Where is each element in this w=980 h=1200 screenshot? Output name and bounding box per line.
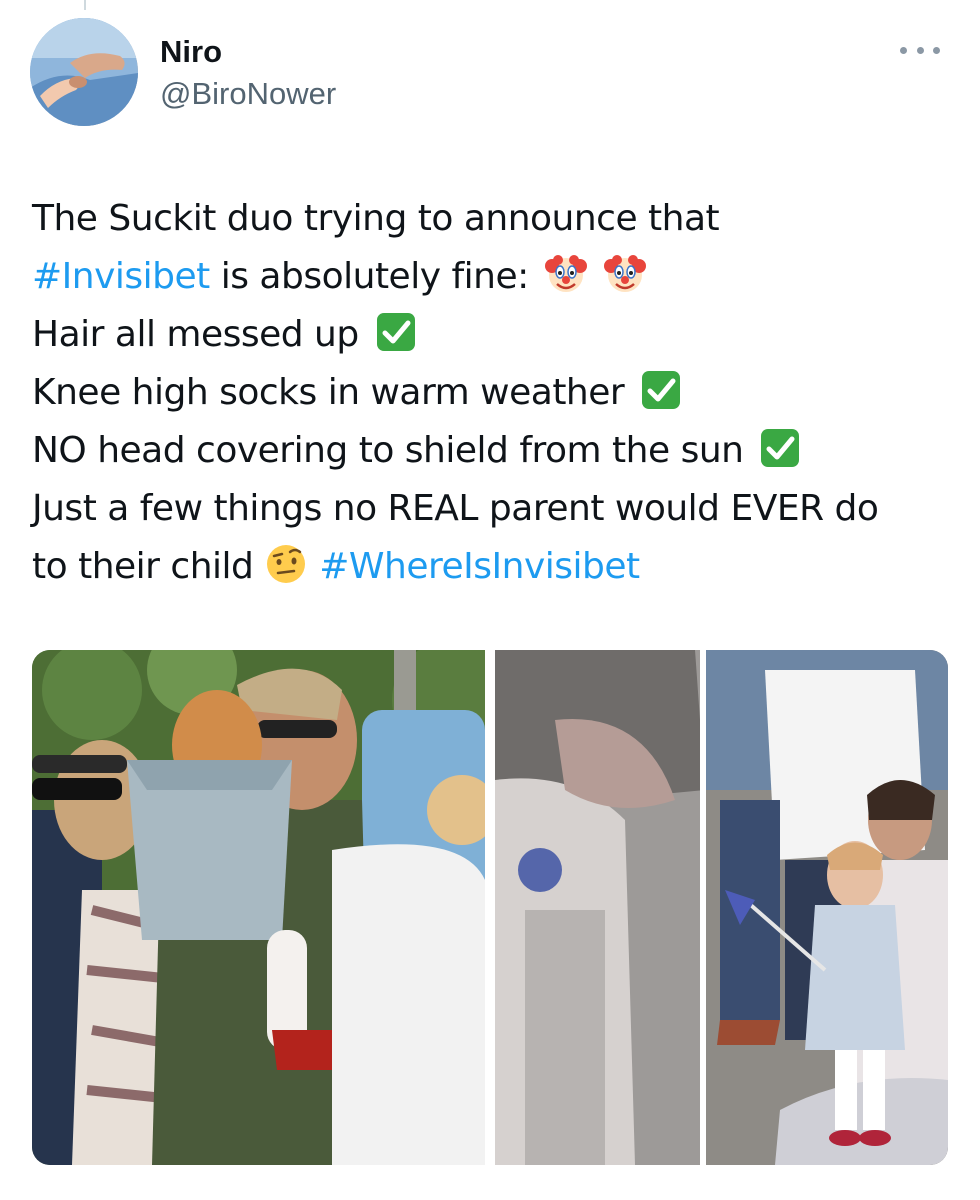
thread-connector-line — [84, 0, 86, 10]
tweet-text-segment: Knee high socks in warm weather — [32, 372, 625, 413]
tweet-text-segment: is absolutely fine: — [209, 256, 530, 297]
more-dots-icon — [933, 46, 940, 54]
hashtag-link[interactable]: #WhereIsInvisibet — [308, 546, 640, 587]
tweet-text-segment: The Suckit duo trying to announce that — [32, 198, 720, 239]
hashtag-link[interactable]: #Invisibet — [32, 256, 210, 297]
photo-icon — [32, 650, 485, 1165]
media-grid — [32, 650, 948, 1165]
check-mark-emoji — [758, 426, 802, 470]
tweet-line: to their child #WhereIsInvisibet — [32, 538, 948, 596]
photo-left[interactable] — [32, 650, 485, 1165]
tweet-text-segment: to their child — [32, 546, 265, 587]
tweet-line: Hair all messed up — [32, 306, 948, 364]
tweet-line: #Invisibet is absolutely fine: — [32, 248, 948, 306]
photo-right[interactable] — [495, 650, 948, 1165]
tweet-text: The Suckit duo trying to announce that #… — [32, 190, 948, 596]
tweet-line: NO head covering to shield from the sun — [32, 422, 948, 480]
avatar[interactable] — [30, 18, 138, 126]
tweet-line: The Suckit duo trying to announce that — [32, 190, 948, 248]
more-options-button[interactable] — [900, 40, 940, 60]
raised-eyebrow-face-emoji — [264, 542, 308, 586]
tweet-text-segment: Just a few things no REAL parent would E… — [32, 488, 879, 529]
more-dots-icon — [900, 46, 907, 54]
photo-icon — [495, 650, 948, 1165]
tweet-text-segment: Hair all messed up — [32, 314, 359, 355]
more-dots-icon — [916, 46, 924, 54]
display-name[interactable]: Niro — [160, 34, 336, 70]
tweet-line: Knee high socks in warm weather — [32, 364, 948, 422]
tweet-line: Just a few things no REAL parent would E… — [32, 480, 948, 538]
author-names: Niro @BiroNower — [160, 34, 336, 114]
check-mark-emoji — [374, 310, 418, 354]
tweet-text-segment: NO head covering to shield from the sun — [32, 430, 744, 471]
tweet-header: Niro @BiroNower — [30, 18, 950, 128]
hands-avatar-icon — [30, 18, 138, 126]
user-handle[interactable]: @BiroNower — [160, 74, 336, 114]
check-mark-emoji — [639, 368, 683, 412]
clown-face-emoji — [544, 252, 588, 296]
clown-face-emoji — [603, 252, 647, 296]
